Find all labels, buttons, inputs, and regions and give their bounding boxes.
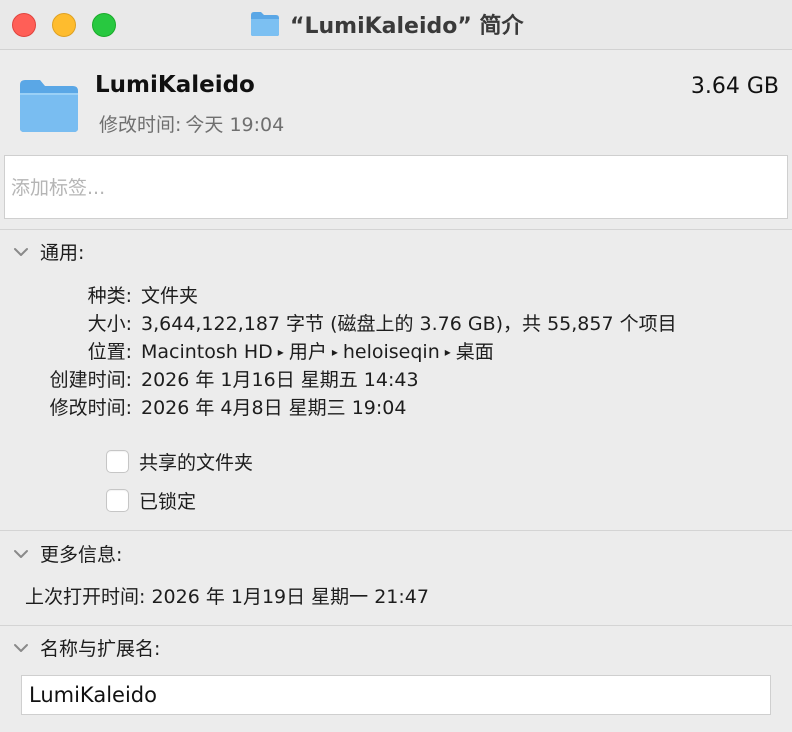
path-separator: ▸ [277,345,284,359]
path-item-user[interactable]: heloiseqin [343,341,440,363]
zoom-window-button[interactable] [92,13,116,37]
kind-row: 种类: 文件夹 [0,281,792,307]
modified-detail-value: 2026 年 4月8日 星期三 19:04 [141,397,407,419]
shared-folder-label: 共享的文件夹 [139,452,254,474]
chevron-down-icon [14,549,28,558]
folder-icon [20,80,78,132]
file-name: LumiKaleido [95,72,255,98]
name-extension-section-title: 名称与扩展名: [40,638,161,660]
size-row: 大小: 3,644,122,187 字节 (磁盘上的 3.76 GB)，共 55… [0,309,792,335]
path-item-users[interactable]: 用户 [289,341,327,363]
modified-row: 修改时间: 2026 年 4月8日 星期三 19:04 [0,393,792,419]
name-field-container [21,675,771,715]
modified-value: 今天 19:04 [185,114,285,136]
modified-summary: 修改时间: 今天 19:04 [99,110,284,137]
divider [0,229,792,230]
created-label: 创建时间: [49,369,132,391]
kind-label: 种类: [87,285,132,307]
path-item-desktop[interactable]: 桌面 [456,341,494,363]
locked-option[interactable]: 已锁定 [106,487,196,514]
created-row: 创建时间: 2026 年 1月16日 星期五 14:43 [0,365,792,391]
general-section-title: 通用: [40,242,85,264]
created-value: 2026 年 1月16日 星期五 14:43 [141,369,419,391]
window-title-group: “LumiKaleido” 简介 [250,8,523,40]
modified-label: 修改时间: [99,114,182,136]
shared-folder-checkbox[interactable] [106,450,129,473]
size-label: 大小: [87,313,132,335]
chevron-down-icon [14,643,28,652]
locked-label: 已锁定 [139,491,197,513]
locked-checkbox[interactable] [106,489,129,512]
path-item-disk[interactable]: Macintosh HD [141,341,273,363]
location-path: Macintosh HD ▸ 用户 ▸ heloiseqin ▸ 桌面 [141,337,494,364]
more-info-section-toggle[interactable]: 更多信息: [12,540,122,567]
path-separator: ▸ [444,345,451,359]
divider [0,625,792,626]
tags-field-container [4,155,788,219]
modified-detail-label: 修改时间: [49,397,132,419]
divider [0,530,792,531]
chevron-down-icon [14,247,28,256]
location-label: 位置: [87,341,132,363]
close-window-button[interactable] [12,13,36,37]
general-section-toggle[interactable]: 通用: [12,238,84,265]
kind-value: 文件夹 [141,285,199,307]
tags-input[interactable] [5,156,787,218]
file-size: 3.64 GB [690,74,779,99]
shared-folder-option[interactable]: 共享的文件夹 [106,448,253,475]
more-info-section-title: 更多信息: [40,544,123,566]
location-row: 位置: Macintosh HD ▸ 用户 ▸ heloiseqin ▸ 桌面 [0,337,792,363]
name-extension-section-toggle[interactable]: 名称与扩展名: [12,634,160,661]
folder-icon [251,12,279,36]
last-opened-info: 上次打开时间: 2026 年 1月19日 星期一 21:47 [25,586,429,608]
minimize-window-button[interactable] [52,13,76,37]
name-input[interactable] [22,676,770,714]
window-title: “LumiKaleido” 简介 [290,14,524,39]
path-separator: ▸ [331,345,338,359]
title-bar: “LumiKaleido” 简介 [0,0,792,50]
size-value: 3,644,122,187 字节 (磁盘上的 3.76 GB)，共 55,857… [141,313,677,335]
